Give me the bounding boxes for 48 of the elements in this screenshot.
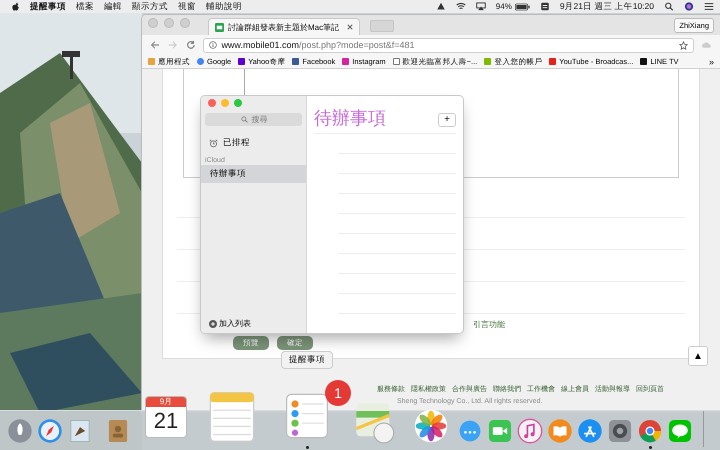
speech-bubble-icon[interactable] [457,418,483,444]
music-note-icon[interactable] [517,418,543,444]
apple-logo-icon[interactable] [12,2,20,12]
menu-item[interactable]: 編輯 [104,0,122,12]
reload-icon[interactable] [186,40,196,50]
quote-link[interactable]: 引言功能 [473,318,505,330]
back-arrow-icon[interactable] [150,40,160,50]
siri-icon[interactable] [684,2,694,11]
search-icon[interactable] [664,2,674,11]
list-icon[interactable] [704,2,714,11]
menu-item[interactable]: 視窗 [178,0,196,12]
calendar-status-icon[interactable] [540,2,550,11]
browser-icon[interactable] [637,418,663,444]
menu-item[interactable]: 輔助說明 [206,0,242,12]
close-icon[interactable] [347,24,354,30]
rocket-icon[interactable] [7,418,33,444]
add-button[interactable]: + [438,113,456,127]
list-title: 待辦事項 [314,107,386,130]
menu-clock[interactable]: 9月21日 週三 上午10:20 [560,0,654,12]
browser-tab[interactable]: 討論群組發表新主題於Mac筆記 [208,18,360,35]
menu-item[interactable]: 提醒事項 [30,0,66,12]
triangle-logo-icon[interactable] [436,2,446,11]
site-favicon-icon [215,22,224,32]
address-bar[interactable]: www.mobile01.com/post.php?mode=post&f=481 [203,38,694,52]
list-item[interactable]: 待辦事項 [201,165,306,183]
battery-percent: 94% [496,2,512,11]
compass-icon[interactable] [37,418,63,444]
star-icon[interactable] [679,40,688,50]
add-list-button[interactable]: 加入列表 [201,318,306,333]
search-icon [241,116,248,123]
flower-icon[interactable] [413,408,449,444]
menu-item[interactable]: 顯示方式 [132,0,168,12]
close-button[interactable] [208,99,216,107]
info-icon [209,41,218,49]
calendar-app-button[interactable]: 9月 21 [145,396,187,438]
tooltip: 提醒事項 [281,351,333,369]
more-bookmarks-button[interactable]: » [708,56,714,66]
search-field[interactable]: 搜尋 [205,113,302,126]
wifi-icon[interactable] [456,2,466,11]
alarm-clock-icon [209,138,218,148]
book-icon[interactable] [547,418,573,444]
screen-share-icon[interactable] [476,2,486,11]
battery-icon[interactable] [514,2,530,10]
scroll-to-top-button[interactable]: ▲ [688,346,708,366]
sidebar-item[interactable]: 已排程 [201,126,306,153]
menu-item[interactable]: 檔案 [76,0,94,12]
plus-circle-icon [209,320,217,328]
app-store-icon[interactable] [577,418,603,444]
